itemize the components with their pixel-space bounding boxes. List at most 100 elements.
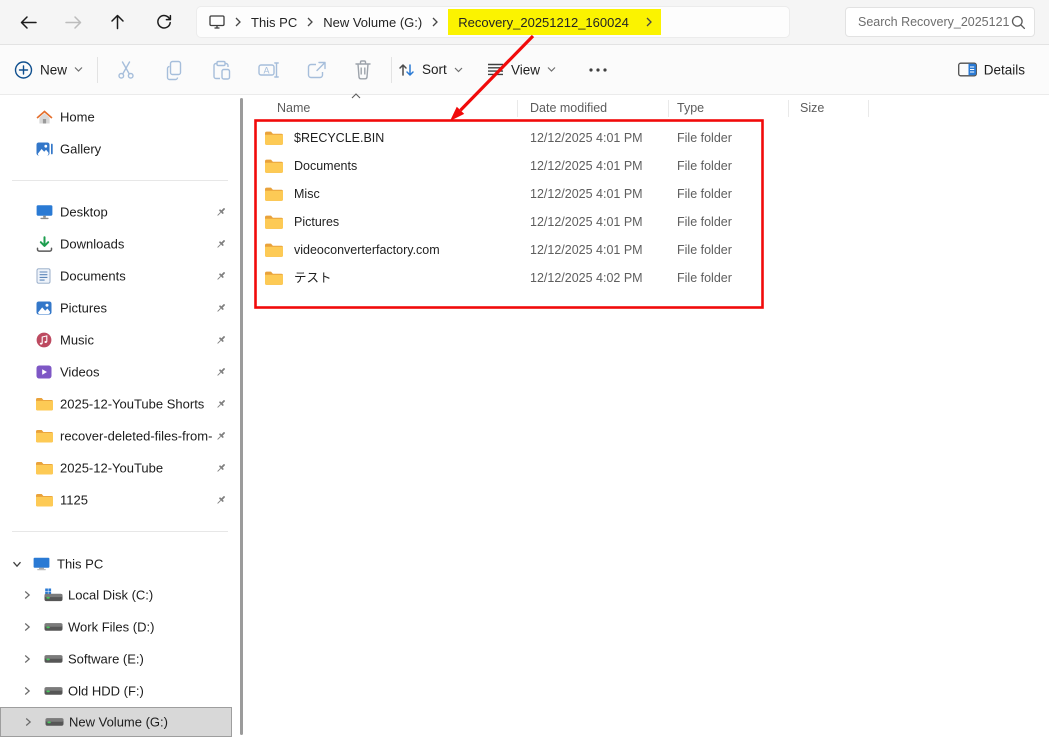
pin-icon: [215, 334, 227, 346]
sidebar-item-home[interactable]: Home: [0, 101, 233, 133]
pin-icon: [215, 462, 227, 474]
chevron-right-icon[interactable]: [22, 686, 32, 696]
breadcrumb-drive[interactable]: New Volume (G:): [323, 15, 422, 30]
this-pc-monitor-icon: [209, 15, 225, 29]
paste-button[interactable]: [206, 55, 236, 85]
file-row[interactable]: videoconverterfactory.com 12/12/2025 4:0…: [250, 236, 870, 264]
sidebar-item-youtube-shorts-folder[interactable]: 2025-12-YouTube Shorts: [0, 388, 233, 420]
copy-icon: [164, 59, 184, 81]
chevron-right-icon[interactable]: [22, 590, 32, 600]
up-arrow-icon: [110, 14, 125, 30]
chevron-down-icon[interactable]: [12, 559, 22, 569]
folder-icon: [36, 462, 53, 475]
sidebar-item-label: Software (E:): [68, 652, 144, 667]
folder-icon: [36, 430, 53, 443]
sidebar-scrollbar-thumb[interactable]: [240, 98, 243, 735]
sidebar-item-music[interactable]: Music: [0, 324, 233, 356]
drive-icon: [45, 718, 64, 727]
sidebar-item-this-pc[interactable]: This PC: [0, 548, 233, 580]
view-button[interactable]: View: [487, 62, 556, 77]
search-input[interactable]: [856, 14, 1011, 30]
sidebar-item-1125-folder[interactable]: 1125: [0, 484, 233, 516]
sort-icon: [398, 62, 415, 78]
refresh-icon: [156, 14, 172, 30]
file-row[interactable]: テスト 12/12/2025 4:02 PM File folder: [250, 264, 870, 292]
sidebar-item-label: Pictures: [60, 301, 107, 316]
rename-button[interactable]: A: [254, 55, 284, 85]
sidebar-item-label: Work Files (D:): [68, 620, 154, 635]
drive-icon: [44, 687, 63, 696]
sidebar-item-local-disk-c[interactable]: Local Disk (C:): [0, 579, 233, 611]
command-toolbar: New A Sort View: [0, 45, 1049, 95]
share-button[interactable]: [302, 55, 332, 85]
sidebar-item-downloads[interactable]: Downloads: [0, 228, 233, 260]
column-divider[interactable]: [868, 100, 869, 117]
refresh-button[interactable]: [149, 7, 179, 37]
column-header-size[interactable]: Size: [800, 95, 824, 121]
search-box[interactable]: [845, 7, 1035, 37]
sidebar-item-label: Videos: [60, 365, 100, 380]
sidebar-item-recover-deleted-folder[interactable]: recover-deleted-files-from-rec: [0, 420, 233, 452]
sidebar-item-youtube-folder[interactable]: 2025-12-YouTube: [0, 452, 233, 484]
sidebar-item-label: Old HDD (F:): [68, 684, 144, 699]
column-divider[interactable]: [517, 100, 518, 117]
file-row[interactable]: Documents 12/12/2025 4:01 PM File folder: [250, 152, 870, 180]
sidebar-separator: [12, 531, 228, 532]
sidebar-item-work-files-d[interactable]: Work Files (D:): [0, 611, 233, 643]
sidebar-item-desktop[interactable]: Desktop: [0, 196, 233, 228]
pin-icon: [215, 270, 227, 282]
forward-button[interactable]: [58, 7, 88, 37]
sidebar-item-label: New Volume (G:): [69, 715, 168, 730]
folder-icon: [265, 159, 283, 173]
new-button[interactable]: New: [14, 60, 83, 79]
file-name: テスト: [294, 264, 332, 292]
details-pane-button[interactable]: Details: [958, 62, 1025, 77]
sidebar-item-label: Downloads: [60, 237, 124, 252]
breadcrumb-chevron-icon: [234, 17, 242, 27]
sidebar-item-documents[interactable]: Documents: [0, 260, 233, 292]
trash-icon: [354, 59, 372, 80]
sidebar-item-videos[interactable]: Videos: [0, 356, 233, 388]
column-header-name[interactable]: Name: [277, 95, 310, 121]
delete-button[interactable]: [348, 55, 378, 85]
breadcrumb-this-pc[interactable]: This PC: [251, 15, 297, 30]
documents-icon: [36, 268, 51, 284]
back-button[interactable]: [13, 7, 43, 37]
navigation-bar: This PC New Volume (G:) Recovery_2025121…: [0, 0, 1049, 45]
breadcrumb-current-highlighted[interactable]: Recovery_20251212_160024: [448, 9, 661, 35]
breadcrumb-chevron-icon: [306, 17, 314, 27]
more-options-button[interactable]: [583, 55, 613, 85]
copy-button[interactable]: [159, 55, 189, 85]
chevron-right-icon[interactable]: [23, 717, 33, 727]
column-divider[interactable]: [668, 100, 669, 117]
sidebar-item-gallery[interactable]: Gallery: [0, 133, 233, 165]
file-type: File folder: [677, 124, 732, 152]
file-row[interactable]: $RECYCLE.BIN 12/12/2025 4:01 PM File fol…: [250, 124, 870, 152]
file-row[interactable]: Misc 12/12/2025 4:01 PM File folder: [250, 180, 870, 208]
address-bar[interactable]: This PC New Volume (G:) Recovery_2025121…: [196, 6, 790, 38]
sidebar-item-old-hdd-f[interactable]: Old HDD (F:): [0, 675, 233, 707]
sidebar-item-label: Desktop: [60, 205, 108, 220]
file-row[interactable]: Pictures 12/12/2025 4:01 PM File folder: [250, 208, 870, 236]
cut-button[interactable]: [111, 55, 141, 85]
column-divider[interactable]: [788, 100, 789, 117]
ellipsis-icon: [589, 68, 607, 72]
sidebar-item-new-volume-g-selected[interactable]: New Volume (G:): [0, 707, 232, 737]
sidebar-item-label: 1125: [60, 493, 88, 508]
up-button[interactable]: [102, 7, 132, 37]
column-header-date-modified[interactable]: Date modified: [530, 95, 607, 121]
downloads-icon: [36, 236, 53, 252]
search-icon: [1011, 15, 1026, 30]
file-name: videoconverterfactory.com: [294, 236, 440, 264]
paste-clipboard-icon: [211, 59, 231, 81]
sort-button[interactable]: Sort: [398, 62, 463, 78]
sort-ascending-indicator-icon: [351, 93, 361, 99]
folder-icon: [265, 215, 283, 229]
chevron-right-icon[interactable]: [22, 654, 32, 664]
column-header-type[interactable]: Type: [677, 95, 704, 121]
sidebar-item-software-e[interactable]: Software (E:): [0, 643, 233, 675]
sidebar-item-pictures[interactable]: Pictures: [0, 292, 233, 324]
pin-icon: [215, 206, 227, 218]
folder-icon: [265, 271, 283, 285]
chevron-right-icon[interactable]: [22, 622, 32, 632]
